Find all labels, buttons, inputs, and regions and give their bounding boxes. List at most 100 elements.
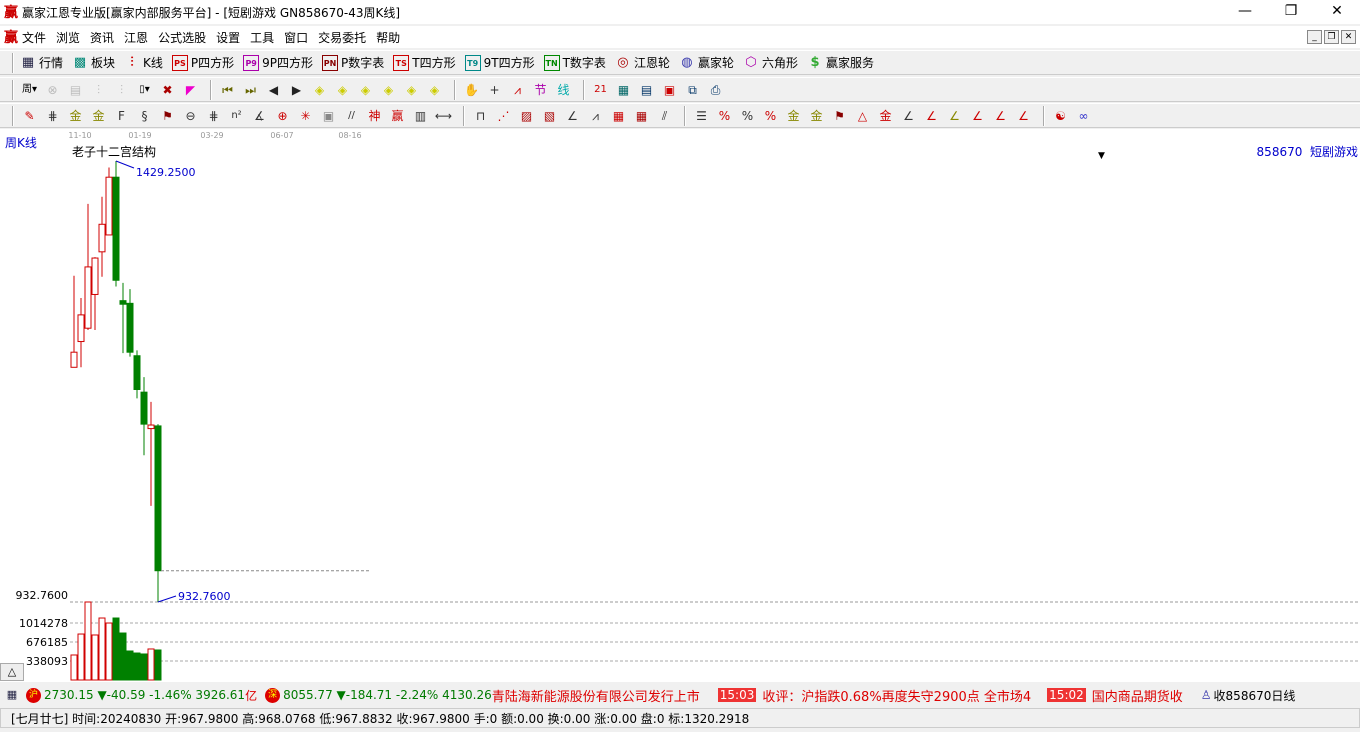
mdi-minimize-button[interactable]: _ [1307,30,1322,44]
infinity-icon[interactable]: ∞ [1074,107,1093,125]
menu-4[interactable]: 公式选股 [158,29,206,46]
square-target-icon[interactable]: ▣ [319,107,338,125]
arrow-right-icon[interactable]: ▶ [287,81,306,99]
trend-line-icon[interactable]: ⩘ [508,81,527,99]
toolbar-button-T四方形[interactable]: TS T四方形 [393,54,456,71]
gann-box-icon[interactable]: ▨ [517,107,536,125]
first-page-icon[interactable]: ⏮ [218,81,237,99]
fan-lines-icon[interactable]: ⋰ [494,107,513,125]
target-icon[interactable]: ⊕ [273,107,292,125]
toolbar-button-赢家轮[interactable]: ◍ 赢家轮 [679,54,734,71]
spiral-icon[interactable]: § [135,107,154,125]
diamond-zoom-out-icon[interactable]: ◈ [425,81,444,99]
gold-line-2-icon[interactable]: 金 [89,107,108,125]
news-item[interactable]: 收评：沪指跌0.68%再度失守2900点 全市场4 [762,686,1031,705]
last-page-icon[interactable]: ⏭ [241,81,260,99]
fib-f-icon[interactable]: F [112,107,131,125]
minimize-button[interactable]: — [1222,0,1268,24]
pink-flag-icon[interactable]: ◤ [181,81,200,99]
percent-line-icon[interactable]: % [715,107,734,125]
alert-text[interactable]: 收858670日线 [1214,687,1296,704]
toolbar-button-P四方形[interactable]: PS P四方形 [171,54,234,71]
pen-fan-icon[interactable]: ⚑ [830,107,849,125]
parallel-slant-icon[interactable]: ⫽ [655,107,674,125]
yin-yang-icon[interactable]: ☯ [1051,107,1070,125]
menu-7[interactable]: 窗口 [284,29,308,46]
gold-line-1-icon[interactable]: 金 [66,107,85,125]
close-button[interactable]: ✕ [1314,0,1360,24]
parallel-lines-icon[interactable]: ⋕ [204,107,223,125]
disabled-doc-icon[interactable]: ▤ [66,81,85,99]
n-squared-icon[interactable]: n² [227,107,246,125]
menu-3[interactable]: 江恩 [124,29,148,46]
toolbar-button-K线[interactable]: ⫶ K线 [124,54,163,71]
notebook-icon[interactable]: ▤ [637,81,656,99]
toolbar-grip[interactable] [12,79,14,100]
percent-levels-icon[interactable]: % [761,107,780,125]
line-tool-icon[interactable]: 线 [554,81,573,99]
menu-8[interactable]: 交易委托 [318,29,366,46]
gann-grid-icon[interactable]: ▧ [540,107,559,125]
diamond-right-icon[interactable]: ◈ [333,81,352,99]
quote-table-icon[interactable]: ▦ [4,687,20,703]
toolbar-button-江恩轮[interactable]: ◎ 江恩轮 [615,54,670,71]
angle-gold-icon[interactable]: ∠ [945,107,964,125]
star-burst-icon[interactable]: ✳ [296,107,315,125]
menu-2[interactable]: 资讯 [90,29,114,46]
zigzag-icon[interactable]: ⩘ [586,107,605,125]
double-quote-icon[interactable]: // [342,107,361,125]
menu-6[interactable]: 工具 [250,29,274,46]
diamond-zoom-in-icon[interactable]: ◈ [402,81,421,99]
gold-levels-icon[interactable]: 金 [807,107,826,125]
menu-1[interactable]: 浏览 [56,29,80,46]
diamond-expand-icon[interactable]: ◈ [356,81,375,99]
measure-icon[interactable]: ⟷ [434,107,453,125]
toolbar-button-行情[interactable]: ▦ 行情 [20,54,63,71]
calendar-21-icon[interactable]: 21 [591,81,610,99]
ying-icon[interactable]: 赢 [388,107,407,125]
disabled-n3-icon[interactable]: ⫶ [89,81,108,99]
network-icon[interactable]: ⧉ [683,81,702,99]
percent-icon[interactable]: % [738,107,757,125]
arrow-left-icon[interactable]: ◀ [264,81,283,99]
toolbar-button-9P四方形[interactable]: P9 9P四方形 [243,54,313,71]
kline-chart[interactable]: 11-10 01-19 03-29 06-07 08-16 932.7600 1014278… [0,129,1360,682]
formula-icon[interactable]: ✖ [158,81,177,99]
period-week-icon[interactable]: 周▾ [20,81,39,99]
grid-lines-icon[interactable]: ⋕ [43,107,62,125]
disabled-n9-icon[interactable]: ⫶ [112,81,131,99]
disabled-tool-icon[interactable]: ⊗ [43,81,62,99]
circle-scale-icon[interactable]: ⊖ [181,107,200,125]
collapse-panel-button[interactable]: △ [0,663,24,681]
grid-red-icon[interactable]: ▦ [609,107,628,125]
crosshair-icon[interactable]: + [485,81,504,99]
box-line-icon[interactable]: ⊓ [471,107,490,125]
save-disk-icon[interactable]: ▣ [660,81,679,99]
node-icon[interactable]: 节 [531,81,550,99]
toolbar-button-板块[interactable]: ▩ 板块 [72,54,115,71]
gold-red-icon[interactable]: 金 [876,107,895,125]
angle-j-icon[interactable]: ∠ [899,107,918,125]
fan-brush-icon[interactable]: ⚑ [158,107,177,125]
angle-icon[interactable]: ∡ [250,107,269,125]
dropdown-arrow-icon[interactable]: ▼ [1098,151,1105,161]
pyramid-icon[interactable]: △ [853,107,872,125]
print-icon[interactable]: ⎙ [706,81,725,99]
calculator-icon[interactable]: ▦ [614,81,633,99]
news-item[interactable]: 国内商品期货收 [1092,686,1183,705]
angle-lines-icon[interactable]: ∠ [563,107,582,125]
toolbar-grip[interactable] [12,52,14,73]
hand-pan-icon[interactable]: ✋ [462,81,481,99]
angle-f-icon[interactable]: ∠ [922,107,941,125]
toolbar-button-赢家服务[interactable]: $ 赢家服务 [807,54,874,71]
ruler-icon[interactable]: ▥ [411,107,430,125]
restore-button[interactable]: ❐ [1268,0,1314,24]
angle-four-icon[interactable]: ∠ [1014,107,1033,125]
shen-icon[interactable]: 神 [365,107,384,125]
toolbar-button-P数字表[interactable]: PN P数字表 [322,54,384,71]
gold-circle-icon[interactable]: 金 [784,107,803,125]
menu-5[interactable]: 设置 [216,29,240,46]
menu-9[interactable]: 帮助 [376,29,400,46]
candle-type-dropdown-icon[interactable]: ▯▾ [135,81,154,99]
diamond-shrink-icon[interactable]: ◈ [379,81,398,99]
